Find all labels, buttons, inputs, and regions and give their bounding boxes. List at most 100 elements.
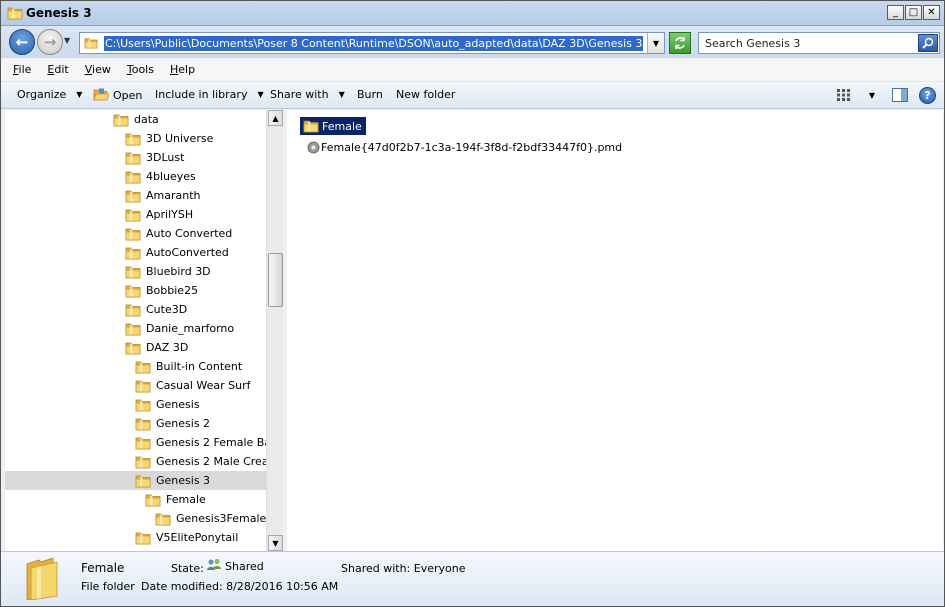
recent-pages-dropdown[interactable]: ▼ <box>64 36 70 45</box>
tree-item[interactable]: V5ElitePonytail <box>135 528 238 547</box>
open-button[interactable]: Open <box>93 88 142 102</box>
address-bar[interactable]: C:\Users\Public\Documents\Poser 8 Conten… <box>79 32 665 54</box>
address-row: ← → ▼ C:\Users\Public\Documents\Poser 8 … <box>1 26 944 58</box>
help-button[interactable]: ? <box>919 86 936 104</box>
chevron-down-icon: ▼ <box>652 38 660 48</box>
folder-icon <box>125 132 141 146</box>
menu-help[interactable]: Help <box>162 60 203 80</box>
tree-item[interactable]: Genesis 2 Female Basic <box>135 433 266 452</box>
tree-item-label: Danie_marforno <box>146 322 235 335</box>
address-path[interactable]: C:\Users\Public\Documents\Poser 8 Conten… <box>104 36 644 51</box>
tree-item[interactable]: AutoConverted <box>125 243 229 262</box>
tree-item-label: Genesis 2 Male Creatur <box>156 455 266 468</box>
file-list-item[interactable]: Female{47d0f2b7-1c3a-194f-3f8d-f2bdf3344… <box>307 138 622 156</box>
chevron-down-icon: ▼ <box>338 90 345 99</box>
scroll-thumb[interactable] <box>268 253 283 307</box>
tree-item-label: Cute3D <box>146 303 188 316</box>
burn-button[interactable]: Burn <box>357 88 383 101</box>
address-dropdown-button[interactable]: ▼ <box>647 33 664 53</box>
menu-view[interactable]: View <box>77 60 119 80</box>
tree-item[interactable]: 3D Universe <box>125 129 213 148</box>
preview-pane-icon <box>892 88 908 102</box>
tree-item[interactable]: DAZ 3D <box>125 338 188 357</box>
file-name: Female <box>322 119 362 133</box>
view-options-dropdown[interactable]: ▼ <box>863 86 881 104</box>
tree-item-label: Auto Converted <box>146 227 233 240</box>
search-icon <box>922 37 934 49</box>
tree-item[interactable]: Bobbie25 <box>125 281 198 300</box>
folder-icon <box>125 170 141 184</box>
tree-item-label: Casual Wear Surf <box>156 379 251 392</box>
forward-button[interactable]: → <box>37 29 63 55</box>
navigation-pane[interactable]: data 3D Universe 3DLust 4blueyes Amaranth Apr… <box>5 110 266 551</box>
tree-item[interactable]: Genesis 2 <box>135 414 210 433</box>
folder-icon <box>303 119 319 133</box>
tree-item[interactable]: Genesis 2 Male Creatur <box>135 452 266 471</box>
tree-item[interactable]: Genesis3Female <box>155 509 266 528</box>
tree-item[interactable]: 4blueyes <box>125 167 196 186</box>
tree-item[interactable]: data <box>113 110 159 129</box>
scroll-down-button[interactable]: ▼ <box>268 535 283 551</box>
folder-icon <box>135 455 151 469</box>
tree-item-label: 3D Universe <box>146 132 214 145</box>
details-state-value: Shared <box>225 560 264 573</box>
back-button[interactable]: ← <box>9 29 35 55</box>
tree-item-label: 4blueyes <box>146 170 196 183</box>
file-list-pane[interactable]: Female Female{47d0f2b7-1c3a-194f-3f8d-f2b… <box>287 110 943 551</box>
file-list-item[interactable]: Female <box>300 117 366 135</box>
tree-item-label: Amaranth <box>146 189 201 202</box>
tree-item[interactable]: Casual Wear Surf <box>135 376 251 395</box>
file-name: Female{47d0f2b7-1c3a-194f-3f8d-f2bdf3344… <box>321 140 623 154</box>
folder-icon <box>145 493 161 507</box>
pmd-file-icon <box>307 141 320 153</box>
menu-file[interactable]: File <box>5 60 39 80</box>
preview-pane-button[interactable] <box>891 86 909 104</box>
search-button[interactable] <box>918 34 938 52</box>
details-item-type: File folder <box>81 580 135 593</box>
tree-item-label: Bluebird 3D <box>146 265 211 278</box>
details-pane: Female File folder State: Shared Shared … <box>1 551 944 606</box>
change-view-button[interactable] <box>835 86 853 104</box>
tree-item[interactable]: Auto Converted <box>125 224 232 243</box>
menu-tools[interactable]: Tools <box>119 60 162 80</box>
tree-item[interactable]: Female <box>145 490 206 509</box>
tree-item[interactable]: AprilYSH <box>125 205 193 224</box>
refresh-button[interactable] <box>669 32 691 54</box>
folder-icon <box>135 379 151 393</box>
command-bar: Organize ▼ Open Include in library ▼ Share… <box>1 81 944 109</box>
tree-item-label: Built-in Content <box>156 360 243 373</box>
tree-item[interactable]: Amaranth <box>125 186 201 205</box>
tree-item[interactable]: Genesis 3 <box>5 471 266 490</box>
close-button[interactable]: ✕ <box>923 5 940 20</box>
folder-icon <box>125 227 141 241</box>
tree-item[interactable]: Genesis <box>135 395 200 414</box>
folder-icon <box>125 189 141 203</box>
folder-icon <box>125 284 141 298</box>
title-bar[interactable]: Genesis 3 _ □ ✕ <box>1 1 944 26</box>
scroll-up-button[interactable]: ▲ <box>268 110 283 126</box>
tree-item-label: AprilYSH <box>146 208 194 221</box>
view-grid-icon <box>837 89 850 101</box>
minimize-button[interactable]: _ <box>887 5 904 20</box>
window-title: Genesis 3 <box>26 6 92 20</box>
include-in-library-button[interactable]: Include in library ▼ <box>155 88 264 101</box>
tree-item-label: Bobbie25 <box>146 284 199 297</box>
tree-item[interactable]: Bluebird 3D <box>125 262 211 281</box>
tree-item[interactable]: Cute3D <box>125 300 187 319</box>
tree-item[interactable]: Danie_marforno <box>125 319 234 338</box>
details-shared-with-value: Everyone <box>413 562 466 575</box>
tree-item[interactable]: Built-in Content <box>135 357 242 376</box>
new-folder-button[interactable]: New folder <box>396 88 455 101</box>
menu-edit[interactable]: Edit <box>39 60 76 80</box>
navigation-scrollbar[interactable]: ▲ ▼ <box>266 110 283 551</box>
details-state-label: State: <box>171 562 204 575</box>
back-arrow-icon: ← <box>15 33 29 51</box>
maximize-button[interactable]: □ <box>905 5 922 20</box>
organize-button[interactable]: Organize ▼ <box>17 88 82 101</box>
share-with-button[interactable]: Share with ▼ <box>270 88 345 101</box>
folder-icon <box>125 341 141 355</box>
tree-item-label: Genesis 2 <box>156 417 211 430</box>
tree-item[interactable]: 3DLust <box>125 148 184 167</box>
folder-icon <box>135 531 151 545</box>
search-input[interactable]: Search Genesis 3 <box>698 32 940 54</box>
